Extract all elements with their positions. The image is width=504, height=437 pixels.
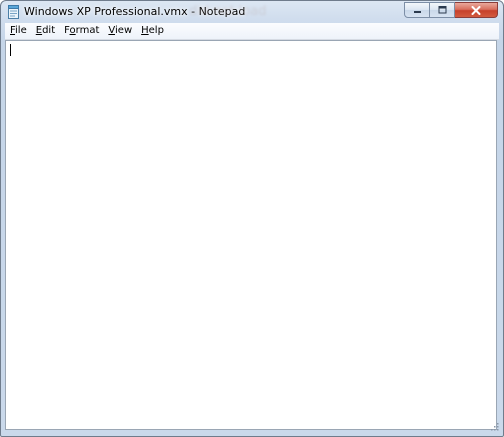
menu-bar: File Edit Format View Help [5,23,499,40]
menu-format[interactable]: Format [59,24,103,38]
minimize-icon [413,11,421,13]
text-caret [10,44,11,56]
maximize-button[interactable] [430,2,455,18]
menu-help-label: elp [148,25,164,36]
close-icon [471,5,481,15]
minimize-button[interactable] [404,2,430,18]
resize-grip-icon[interactable] [491,423,499,431]
menu-edit[interactable]: Edit [31,24,59,38]
menu-file-label: ile [15,25,27,36]
menu-edit-label: dit [42,25,56,36]
title-bar[interactable]: Windows XP Professional.vmx - Notepad di… [1,1,503,23]
ghost-title-text: did not load [189,4,267,19]
notepad-window: Windows XP Professional.vmx - Notepad di… [0,0,504,437]
close-button[interactable] [455,2,498,18]
menu-format-label: rmat [75,25,100,36]
caption-buttons [404,2,498,19]
menu-help[interactable]: Help [136,24,168,38]
menu-view-label: iew [115,25,133,36]
menu-view[interactable]: View [103,24,136,38]
maximize-icon [438,6,446,14]
notepad-icon [8,5,19,19]
text-editor-area[interactable] [5,40,497,430]
menu-file[interactable]: File [5,24,31,38]
menu-help-mnemonic: H [141,25,149,36]
